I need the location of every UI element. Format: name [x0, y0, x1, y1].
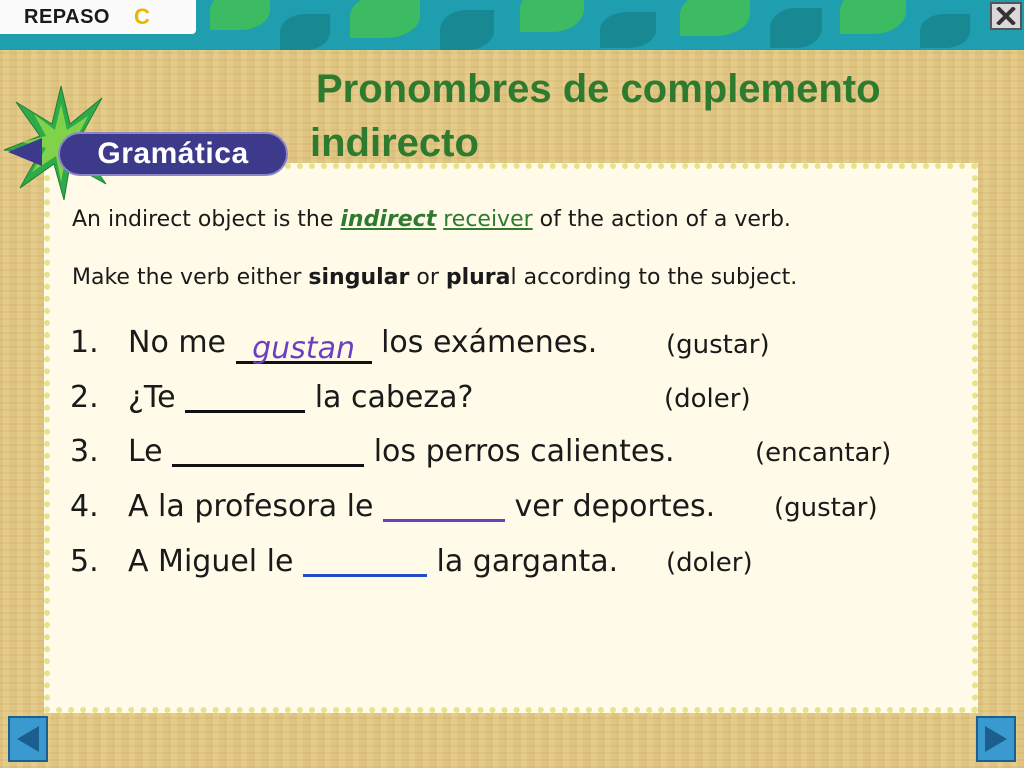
top-banner: REPASO C [0, 0, 1024, 50]
left-arrow-icon [17, 726, 39, 752]
item-number: 5. [70, 544, 99, 579]
item-text: A Miguel le [128, 544, 303, 579]
section-label: REPASO [24, 5, 110, 28]
item-text: ¿Te [128, 380, 186, 415]
item-hint: (gustar) [774, 493, 878, 523]
exercise-item: 1. No me gustan los exámenes. [70, 325, 598, 366]
item-text: A la profesora le [128, 489, 383, 524]
intro-text: Make the verb either [72, 265, 309, 290]
item-number: 2. [70, 380, 99, 415]
intro-highlight: receiver [443, 207, 533, 232]
intro-text: l according to the subject. [510, 265, 798, 290]
previous-button[interactable] [8, 716, 48, 762]
intro-text: An indirect object is the [72, 207, 341, 232]
item-hint: (gustar) [666, 330, 770, 360]
item-text: Le [128, 434, 173, 469]
section-letter: C [133, 4, 150, 29]
item-number: 4. [70, 489, 99, 524]
item-number: 1. [70, 325, 99, 360]
answer-blank[interactable] [382, 489, 505, 522]
intro-line-2: Make the verb either singular or plural … [72, 265, 797, 290]
exercise-item: 3. Le los perros calientes. [70, 434, 675, 469]
answer-text: gustan [252, 331, 355, 366]
next-button[interactable] [976, 716, 1016, 762]
answer-blank[interactable] [185, 380, 306, 413]
title-line-1: Pronombres de complemento [316, 67, 881, 111]
answer-blank[interactable] [303, 544, 427, 577]
item-text: la garganta. [427, 544, 619, 579]
item-number: 3. [70, 434, 99, 469]
answer-blank[interactable] [172, 434, 365, 467]
item-text: los exámenes. [371, 325, 598, 360]
exercise-item: 5. A Miguel le la garganta. [70, 544, 618, 579]
item-hint: (doler) [666, 548, 753, 578]
close-button[interactable] [990, 2, 1022, 30]
title-line-2: indirecto [310, 121, 479, 165]
exercise-item: 2. ¿Te la cabeza? [70, 380, 473, 415]
intro-line-1: An indirect object is the indirect recei… [72, 207, 791, 232]
intro-emphasis: indirect [340, 207, 437, 232]
item-text: la cabeza? [305, 380, 474, 415]
item-text: No me [128, 325, 236, 360]
right-arrow-icon [985, 726, 1007, 752]
intro-text: or [409, 265, 446, 290]
item-hint: (doler) [664, 384, 751, 414]
item-hint: (encantar) [755, 438, 892, 468]
close-icon [996, 7, 1016, 25]
section-tab: REPASO C [0, 0, 196, 34]
intro-bold-plural: plura [445, 265, 511, 290]
intro-bold-singular: singular [308, 265, 410, 290]
item-text: los perros calientes. [364, 434, 675, 469]
intro-text: of the action of a verb. [532, 207, 791, 232]
answer-blank[interactable]: gustan [235, 331, 372, 366]
item-text: ver deportes. [504, 489, 716, 524]
exercise-item: 4. A la profesora le ver deportes. [70, 489, 715, 524]
page-title: Pronombres de complemento indirecto [310, 62, 1010, 170]
grammar-badge: Gramática [58, 132, 288, 176]
